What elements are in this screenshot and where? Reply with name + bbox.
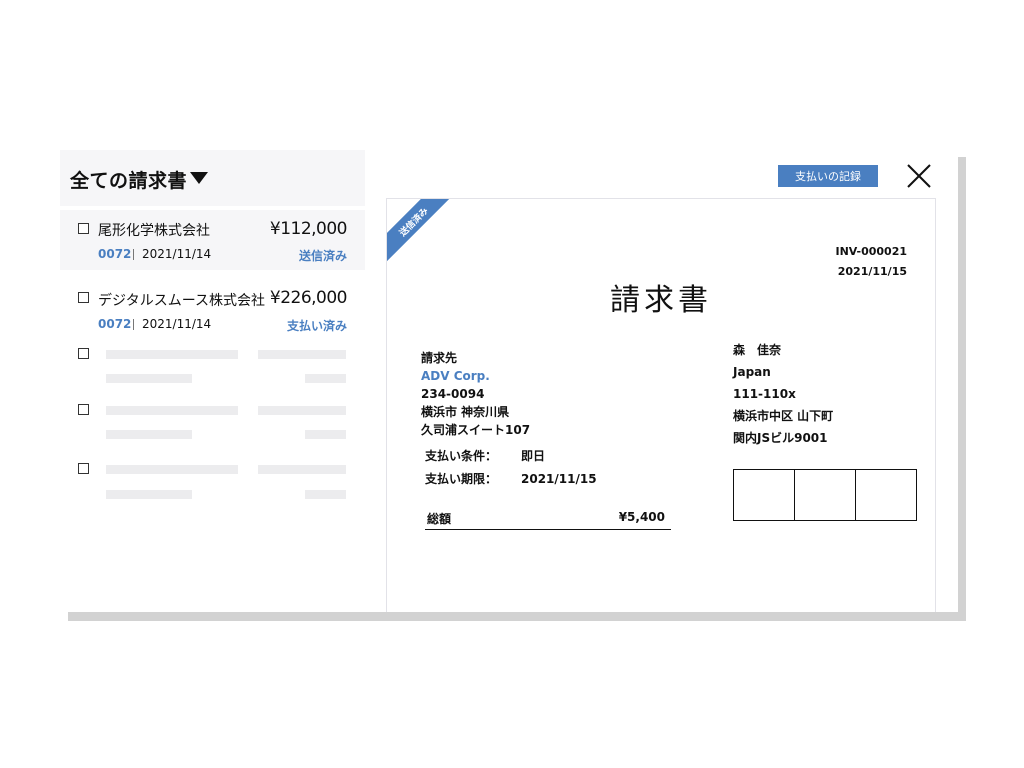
placeholder-bar (106, 430, 192, 439)
payment-terms-label: 支払い条件： (425, 449, 498, 463)
invoice-preview: 送信済み INV-000021 2021/11/15 請求書 請求先 ADV C… (386, 198, 936, 612)
placeholder-list-item (60, 462, 365, 508)
total-value: ¥5,400 (618, 510, 665, 524)
invoice-date: 2021/11/14 (142, 247, 212, 261)
invoice-status: 送信済み (298, 249, 347, 263)
bill-to-city: 横浜市 神奈川県 (421, 405, 510, 419)
total-row: 総額 ¥5,400 (425, 507, 671, 530)
placeholder-bar (106, 374, 192, 383)
invoice-amount: ¥112,000 (269, 219, 348, 239)
sender-name: 森 佳奈 (733, 343, 782, 357)
placeholder-bar (106, 465, 238, 474)
placeholder-bar (258, 465, 346, 474)
invoice-id: 0072 (98, 247, 132, 261)
placeholder-bar (106, 406, 238, 415)
placeholder-list-item (60, 402, 365, 448)
sender-postal: 111-110x (733, 387, 796, 401)
placeholder-bar (305, 374, 346, 383)
invoice-number: INV-000021 (835, 245, 908, 258)
sender-building: 関内JSビル9001 (733, 431, 828, 445)
separator (133, 249, 134, 260)
payment-terms-block: 支払い条件： 即日 支払い期限： 2021/11/15 (425, 445, 597, 491)
bill-to-label: 請求先 (421, 351, 458, 365)
invoice-checkbox[interactable] (78, 404, 89, 415)
due-date-label: 支払い期限： (425, 472, 498, 486)
placeholder-bar (106, 350, 238, 359)
bill-to-company[interactable]: ADV Corp. (421, 367, 530, 385)
placeholder-bar (258, 406, 346, 415)
invoice-amount: ¥226,000 (269, 288, 348, 308)
invoice-filter-label: 全ての請求書 (70, 170, 188, 192)
status-ribbon: 送信済み (387, 199, 463, 271)
invoice-status: 支払い済み (286, 319, 347, 333)
invoice-checkbox[interactable] (78, 292, 89, 303)
close-icon (907, 164, 931, 188)
invoice-filter-dropdown[interactable]: 全ての請求書 (60, 150, 365, 206)
seal-stamp-box (733, 469, 917, 521)
invoice-date: 2021/11/14 (142, 317, 212, 331)
invoice-checkbox[interactable] (78, 348, 89, 359)
bill-to-address: 久司浦スイート107 (421, 423, 531, 437)
bill-to-postal: 234-0094 (421, 387, 485, 401)
invoice-list-item[interactable]: デジタルスムース株式会社 ¥226,000 0072 2021/11/14 支払… (60, 280, 365, 340)
placeholder-bar (305, 430, 346, 439)
sender-city: 横浜市中区 山下町 (733, 409, 834, 423)
invoice-company: 尾形化学株式会社 (98, 223, 210, 239)
invoice-window: 全ての請求書 尾形化学株式会社 ¥112,000 0072 2021/11/14… (60, 150, 958, 612)
placeholder-bar (258, 350, 346, 359)
invoice-id: 0072 (98, 317, 132, 331)
placeholder-list-item (60, 346, 365, 392)
bill-to-block: 請求先 ADV Corp. 234-0094 横浜市 神奈川県 久司浦スイート1… (421, 349, 530, 439)
invoice-list-panel: 全ての請求書 尾形化学株式会社 ¥112,000 0072 2021/11/14… (60, 150, 365, 612)
record-payment-button[interactable]: 支払いの記録 (778, 165, 878, 187)
stamp-cell (734, 470, 795, 520)
sender-block: 森 佳奈 Japan 111-110x 横浜市中区 山下町 関内JSビル9001 (733, 339, 833, 449)
separator (133, 319, 134, 330)
invoice-heading: 請求書 (610, 283, 712, 318)
placeholder-bar (106, 490, 192, 499)
stamp-cell (856, 470, 916, 520)
invoice-list-item[interactable]: 尾形化学株式会社 ¥112,000 0072 2021/11/14 送信済み (60, 210, 365, 270)
chevron-down-icon (190, 172, 208, 184)
placeholder-bar (305, 490, 346, 499)
invoice-checkbox[interactable] (78, 463, 89, 474)
sender-country: Japan (733, 365, 771, 379)
stamp-cell (795, 470, 856, 520)
payment-terms-value: 即日 (521, 449, 546, 463)
close-button[interactable] (906, 163, 932, 189)
due-date-value: 2021/11/15 (521, 472, 597, 486)
invoice-company: デジタルスムース株式会社 (98, 293, 266, 309)
invoice-checkbox[interactable] (78, 223, 89, 234)
total-label: 総額 (427, 512, 452, 526)
